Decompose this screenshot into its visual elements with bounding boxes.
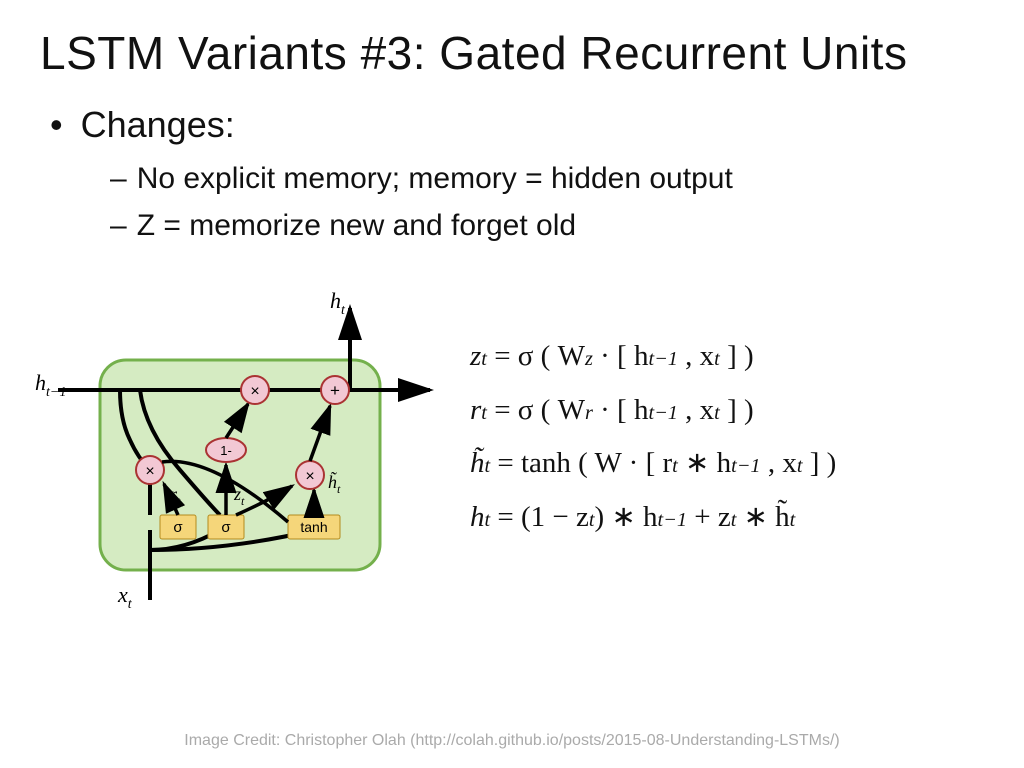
eq-r-close: ] )	[720, 394, 754, 426]
eq-r-lhs: r	[470, 394, 481, 426]
eq-h-hsub: t−1	[658, 509, 687, 531]
label-hprev-sub: t−1	[46, 385, 66, 400]
sub-bullet-2-text: Z = memorize new and forget old	[137, 209, 576, 242]
eq-h-b: ) ∗ h	[595, 501, 658, 533]
node-one-minus-label: 1-	[220, 443, 232, 458]
image-credit: Image Credit: Christopher Olah (http://c…	[0, 732, 1024, 750]
eq-htilde: h̃t = tanh ( W · [ rt ∗ ht−1 , xt ] )	[470, 437, 836, 491]
eq-z-sigW: = σ ( W	[487, 340, 585, 372]
bullet-changes: Changes: No explicit memory; memory = hi…	[50, 104, 984, 249]
gru-diagram: × σ σ tanh 1- ×	[30, 290, 450, 610]
eq-r-hsub: t−1	[648, 402, 677, 424]
eq-ht-tanh: = tanh ( W · [ r	[490, 447, 672, 479]
eq-ht-hsub: t−1	[731, 455, 760, 477]
label-zt-z: z	[233, 484, 241, 504]
tanh-label: tanh	[300, 519, 327, 535]
sigma-r-label: σ	[173, 519, 183, 536]
slide-title: LSTM Variants #3: Gated Recurrent Units	[40, 26, 984, 80]
eq-ht-h: ∗ h	[678, 447, 731, 479]
sub-bullet-2: Z = memorize new and forget old	[110, 203, 984, 250]
node-mult-htilde-sym: ×	[305, 468, 314, 485]
sub-bullet-1-text: No explicit memory; memory = hidden outp…	[137, 162, 733, 195]
eq-r-sigW: = σ ( W	[487, 394, 585, 426]
eq-ht-x: , x	[761, 447, 797, 479]
eq-h-lhs: h	[470, 501, 485, 533]
eq-ht-final: ht = (1 − zt) ∗ ht−1 + zt ∗ h̃t	[470, 491, 836, 545]
eq-r-h: · [ h	[593, 394, 649, 426]
eq-z-Wsub: z	[585, 348, 593, 370]
eq-rt: rt = σ ( Wr · [ ht−1 , xt ] )	[470, 384, 836, 438]
eq-z-h: · [ h	[593, 340, 649, 372]
label-xt-x: x	[117, 582, 128, 607]
bullet-changes-text: Changes:	[81, 104, 235, 145]
label-ht-h: h	[330, 290, 341, 313]
eq-h-c: + z	[687, 501, 731, 533]
eq-z-hsub: t−1	[648, 348, 677, 370]
label-ht-sub: t	[341, 303, 346, 318]
sub-bullet-1: No explicit memory; memory = hidden outp…	[110, 156, 984, 203]
node-mult-h-sym: ×	[250, 383, 259, 400]
eq-ht-lhs: h̃	[470, 447, 485, 479]
eq-ht-close: ] )	[802, 447, 836, 479]
eq-z-lhs: z	[470, 340, 481, 372]
node-mult-r-sym: ×	[145, 463, 154, 480]
eq-z-x: , x	[678, 340, 714, 372]
eq-h-htsub: t	[790, 509, 796, 531]
label-hprev-h: h	[35, 370, 46, 395]
eq-h-d: ∗ h̃	[736, 501, 789, 533]
eq-r-Wsub: r	[585, 402, 593, 424]
sigma-z-label: σ	[221, 519, 231, 536]
eq-zt: zt = σ ( Wz · [ ht−1 , xt ] )	[470, 330, 836, 384]
label-ht: ht	[330, 290, 346, 318]
label-hprev: ht−1	[35, 370, 66, 400]
label-xt-sub: t	[128, 597, 133, 610]
eq-r-x: , x	[678, 394, 714, 426]
node-plus-sym: +	[330, 381, 340, 400]
eq-h-a: = (1 − z	[490, 501, 589, 533]
eq-z-close: ] )	[720, 340, 754, 372]
equations: zt = σ ( Wz · [ ht−1 , xt ] ) rt = σ ( W…	[470, 330, 836, 545]
label-xt: xt	[117, 582, 133, 610]
